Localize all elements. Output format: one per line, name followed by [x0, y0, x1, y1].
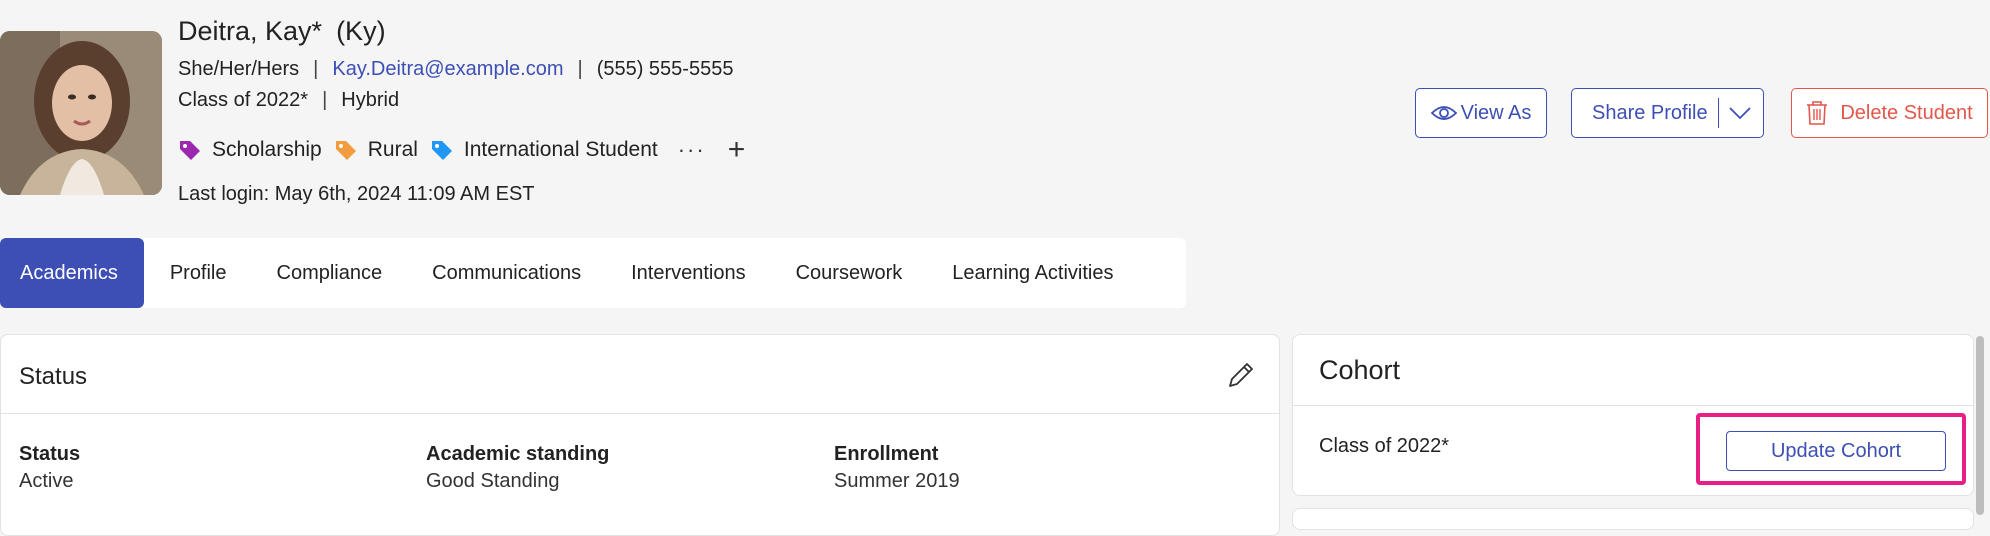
- next-card: [1292, 508, 1974, 530]
- tag-icon: [335, 141, 356, 160]
- field-value: Summer 2019: [834, 470, 960, 492]
- share-profile-label: Share Profile: [1592, 101, 1708, 124]
- field-value: Active: [19, 470, 74, 492]
- separator: |: [313, 58, 319, 80]
- tab-coursework[interactable]: Coursework: [771, 238, 928, 308]
- chevron-down-icon[interactable]: [1728, 106, 1751, 120]
- add-tag-icon[interactable]: +: [728, 135, 746, 165]
- modality: Hybrid: [341, 89, 400, 111]
- tag-label: Rural: [367, 138, 418, 161]
- share-divider: [1717, 98, 1719, 128]
- field-label: Enrollment: [834, 443, 939, 465]
- student-nickname: (Ky): [336, 16, 386, 46]
- enrollment-field: Enrollment Summer 2019: [834, 443, 960, 493]
- student-avatar: [0, 31, 162, 195]
- field-label: Academic standing: [426, 443, 610, 465]
- avatar-photo: [0, 31, 162, 195]
- eye-icon: [1430, 106, 1457, 120]
- tag-international-student[interactable]: International Student: [430, 138, 658, 162]
- cohort-value: Class of 2022*: [1319, 435, 1450, 457]
- field-value: Good Standing: [426, 470, 560, 492]
- tag-list: Scholarship Rural International Student …: [178, 133, 745, 167]
- separator: |: [322, 89, 328, 111]
- more-tags-icon[interactable]: ···: [678, 137, 706, 163]
- trash-icon: [1807, 101, 1828, 125]
- student-name: Deitra, Kay* (Ky): [178, 16, 386, 47]
- view-as-button[interactable]: View As: [1415, 88, 1547, 138]
- student-full-name: Deitra, Kay*: [178, 16, 323, 46]
- pencil-icon[interactable]: [1225, 359, 1257, 391]
- class-line: Class of 2022* | Hybrid: [178, 89, 399, 112]
- divider: [1293, 405, 1973, 406]
- share-profile-button[interactable]: Share Profile: [1571, 88, 1764, 138]
- tag-rural[interactable]: Rural: [334, 138, 418, 162]
- tag-icon: [180, 141, 200, 160]
- status-field: Status Active: [19, 443, 80, 493]
- tag-label: Scholarship: [212, 138, 322, 161]
- tab-communications[interactable]: Communications: [407, 238, 606, 308]
- tag-icon: [431, 141, 452, 160]
- pronouns: She/Her/Hers: [178, 58, 300, 80]
- tab-learning-activities[interactable]: Learning Activities: [927, 238, 1138, 308]
- email-link[interactable]: Kay.Deitra@example.com: [332, 58, 563, 80]
- tab-compliance[interactable]: Compliance: [252, 238, 408, 308]
- field-label: Status: [19, 443, 81, 465]
- separator: |: [577, 58, 583, 80]
- tab-bar: Academics Profile Compliance Communicati…: [0, 238, 1186, 308]
- tag-scholarship[interactable]: Scholarship: [178, 138, 322, 162]
- tag-label: International Student: [463, 138, 658, 161]
- tab-interventions[interactable]: Interventions: [606, 238, 771, 308]
- delete-student-button[interactable]: Delete Student: [1791, 88, 1988, 138]
- phone: (555) 555-5555: [596, 58, 734, 80]
- cohort-card-title: Cohort: [1319, 355, 1401, 385]
- divider: [1, 413, 1279, 414]
- delete-student-label: Delete Student: [1840, 101, 1973, 124]
- status-card: Status Status Active Academic standing G…: [0, 334, 1280, 536]
- scrollbar[interactable]: [1976, 336, 1984, 515]
- class-year: Class of 2022*: [178, 89, 309, 111]
- tab-academics[interactable]: Academics: [0, 238, 144, 308]
- update-cohort-button[interactable]: Update Cohort: [1726, 431, 1946, 471]
- status-card-title: Status: [19, 363, 88, 390]
- last-login: Last login: May 6th, 2024 11:09 AM EST: [178, 183, 535, 205]
- tab-profile[interactable]: Profile: [144, 238, 252, 308]
- contact-line: She/Her/Hers | Kay.Deitra@example.com | (555…: [178, 58, 733, 81]
- view-as-label: View As: [1460, 101, 1532, 124]
- academic-standing-field: Academic standing Good Standing: [426, 443, 609, 493]
